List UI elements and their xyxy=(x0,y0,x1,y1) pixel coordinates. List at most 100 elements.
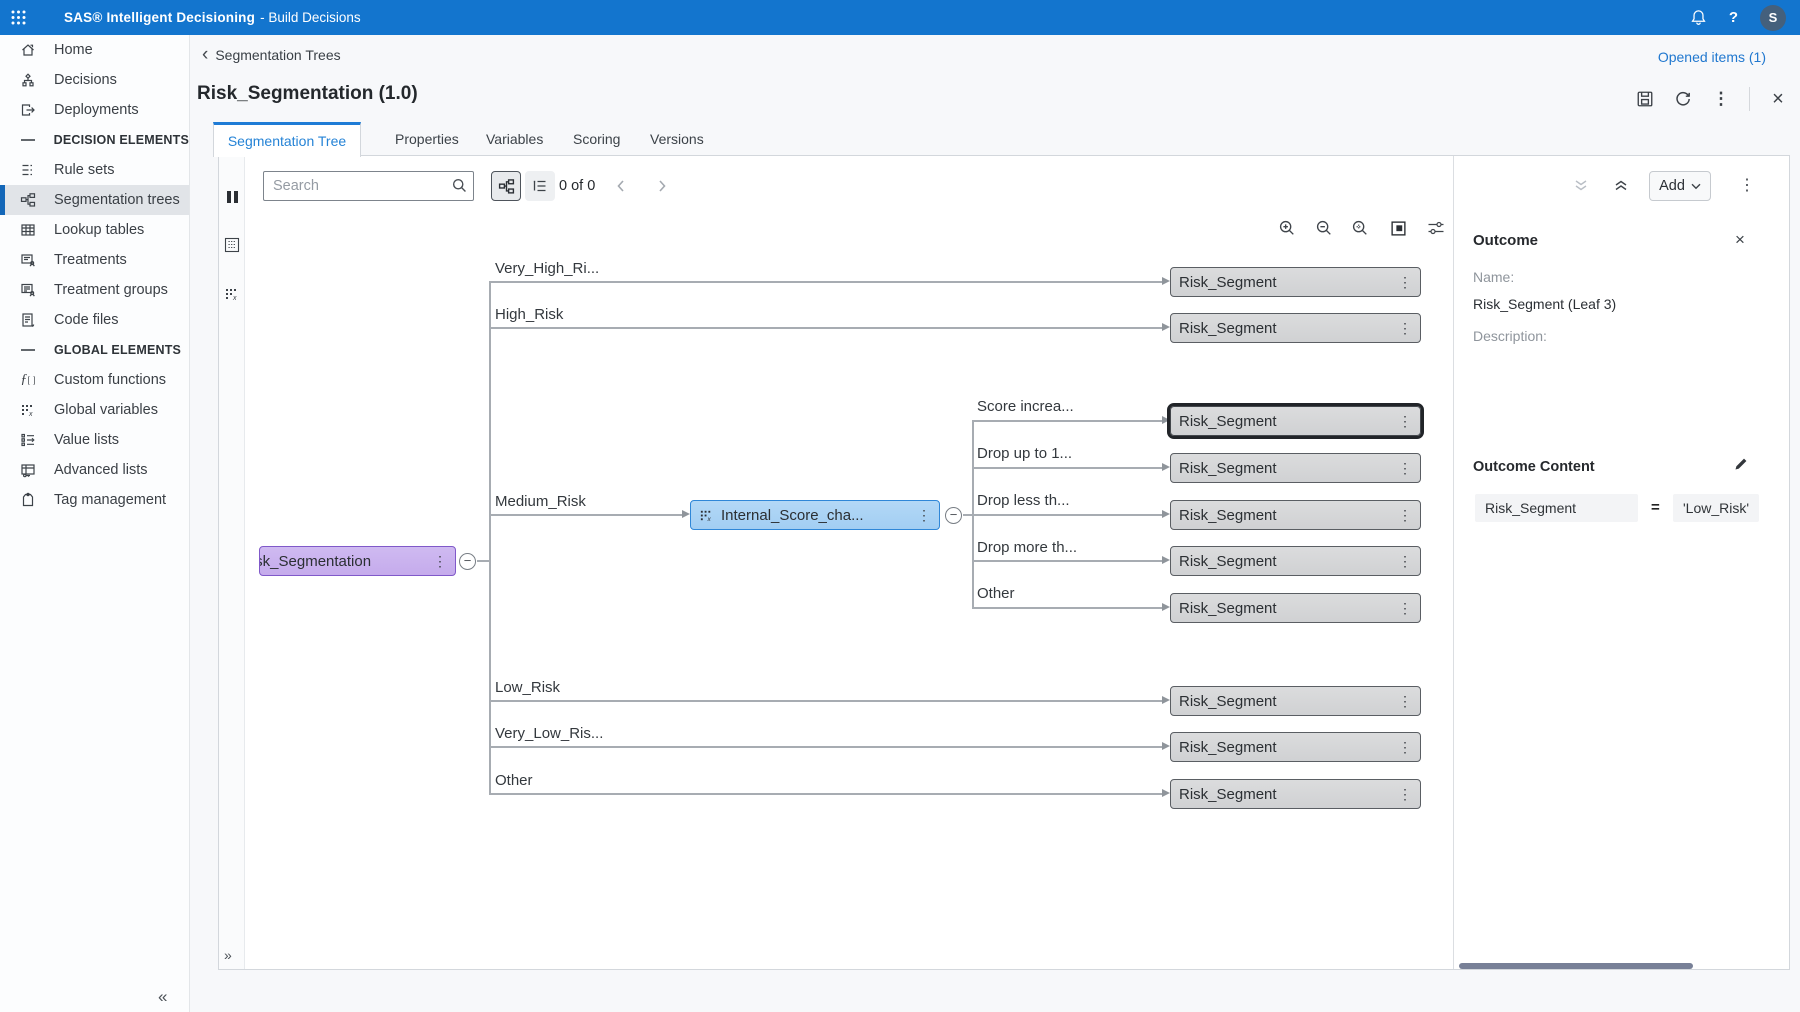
tree-node-root[interactable]: Risk_Segmentation ⋮ xyxy=(259,546,456,576)
sidebar-item-home[interactable]: Home xyxy=(0,35,189,65)
expand-panel-button[interactable]: » xyxy=(224,947,232,963)
tree-view-toggle[interactable] xyxy=(491,171,521,201)
branch-label: Drop up to 1... xyxy=(977,445,1072,462)
tree-leaf-low-risk[interactable]: Risk_Segment⋮ xyxy=(1170,686,1421,716)
assignment-value-field[interactable]: 'Low_Risk' xyxy=(1673,494,1759,522)
help-icon[interactable]: ? xyxy=(1729,9,1738,26)
tab-scoring[interactable]: Scoring xyxy=(573,122,620,156)
sidebar-item-tag-management[interactable]: Tag management xyxy=(0,485,189,515)
arrow-icon xyxy=(1162,463,1170,471)
tree-leaf-drop-less[interactable]: Risk_Segment⋮ xyxy=(1170,500,1421,530)
advanced-lists-icon xyxy=(18,461,38,479)
sidebar-item-advanced-lists[interactable]: Advanced lists xyxy=(0,455,189,485)
branch-label: Low_Risk xyxy=(495,679,560,696)
save-icon[interactable] xyxy=(1635,89,1655,109)
node-menu-icon[interactable]: ⋮ xyxy=(1392,739,1412,756)
sidebar-item-rule-sets[interactable]: Rule sets xyxy=(0,155,189,185)
edit-icon[interactable] xyxy=(1733,456,1749,472)
avatar[interactable]: S xyxy=(1760,5,1786,31)
panels-icon[interactable] xyxy=(222,187,242,207)
layout-options-icon[interactable] xyxy=(1426,218,1446,238)
sidebar-item-deployments[interactable]: Deployments xyxy=(0,95,189,125)
tree-node-internal-score[interactable]: x Internal_Score_cha... ⋮ xyxy=(690,500,940,530)
divider xyxy=(1749,87,1750,111)
connector xyxy=(489,514,682,516)
node-menu-icon[interactable]: ⋮ xyxy=(1392,460,1412,477)
sidebar-item-custom-functions[interactable]: ƒ[ ] Custom functions xyxy=(0,365,189,395)
more-options-icon[interactable]: ⋮ xyxy=(1711,89,1731,109)
tree-leaf-other[interactable]: Risk_Segment⋮ xyxy=(1170,779,1421,809)
overview-icon[interactable] xyxy=(1388,218,1408,238)
node-menu-icon[interactable]: ⋮ xyxy=(1392,413,1412,430)
variables-icon[interactable]: x xyxy=(222,284,242,304)
deployments-icon xyxy=(18,101,38,119)
sidebar-item-segmentation-trees[interactable]: Segmentation trees xyxy=(0,185,189,215)
sidebar-item-treatment-groups[interactable]: Treatment groups xyxy=(0,275,189,305)
grid-icon[interactable] xyxy=(222,235,242,255)
assignment-target-field[interactable]: Risk_Segment xyxy=(1475,494,1638,522)
node-menu-icon[interactable]: ⋮ xyxy=(1392,553,1412,570)
node-menu-icon[interactable]: ⋮ xyxy=(1392,693,1412,710)
tree-leaf-other-child[interactable]: Risk_Segment⋮ xyxy=(1170,593,1421,623)
more-options-icon[interactable]: ⋮ xyxy=(1733,171,1761,201)
tree-leaf-drop-up-to[interactable]: Risk_Segment⋮ xyxy=(1170,453,1421,483)
collapse-all-icon[interactable] xyxy=(1613,177,1629,194)
tab-versions[interactable]: Versions xyxy=(650,122,704,156)
filter-icon[interactable] xyxy=(1573,177,1589,194)
zoom-in-icon[interactable] xyxy=(1277,218,1297,238)
search-input[interactable] xyxy=(263,171,474,201)
node-menu-icon[interactable]: ⋮ xyxy=(1392,600,1412,617)
sidebar-collapse-button[interactable]: « xyxy=(158,987,167,1007)
node-menu-icon[interactable]: ⋮ xyxy=(1392,507,1412,524)
tree-leaf-drop-more[interactable]: Risk_Segment⋮ xyxy=(1170,546,1421,576)
breadcrumb[interactable]: ‹ Segmentation Trees xyxy=(202,47,341,63)
tab-variables[interactable]: Variables xyxy=(486,122,543,156)
connector xyxy=(489,282,491,795)
sidebar-item-treatments[interactable]: Treatments xyxy=(0,245,189,275)
sidebar-item-lookup-tables[interactable]: Lookup tables xyxy=(0,215,189,245)
node-menu-icon[interactable]: ⋮ xyxy=(911,507,931,524)
notifications-icon[interactable] xyxy=(1690,9,1707,26)
arrow-icon xyxy=(1162,556,1170,564)
sidebar-item-code-files[interactable]: Code files xyxy=(0,305,189,335)
opened-items-link[interactable]: Opened items (1) xyxy=(1658,49,1766,65)
tree-leaf-score-increase-selected[interactable]: Risk_Segment⋮ xyxy=(1170,406,1421,436)
treatment-groups-icon xyxy=(18,281,38,299)
node-menu-icon[interactable]: ⋮ xyxy=(427,553,447,570)
close-icon[interactable]: × xyxy=(1735,230,1745,250)
sidebar-section-decision-elements: DECISION ELEMENTS xyxy=(0,125,189,155)
node-menu-icon[interactable]: ⋮ xyxy=(1392,274,1412,291)
list-view-toggle[interactable] xyxy=(525,171,555,201)
app-switcher-icon[interactable] xyxy=(0,0,36,35)
value-lists-icon xyxy=(18,431,38,449)
arrow-icon xyxy=(1162,742,1170,750)
sidebar-item-decisions[interactable]: Decisions xyxy=(0,65,189,95)
connector xyxy=(972,607,1162,609)
tree-leaf-very-high-risk[interactable]: Risk_Segment⋮ xyxy=(1170,267,1421,297)
horizontal-scrollbar[interactable] xyxy=(1459,963,1693,969)
collapse-node-button[interactable]: − xyxy=(945,507,962,524)
arrow-icon xyxy=(682,510,690,518)
branch-label: Very_Low_Ris... xyxy=(495,725,603,742)
node-menu-icon[interactable]: ⋮ xyxy=(1392,320,1412,337)
zoom-to-fit-icon[interactable] xyxy=(1350,218,1370,238)
variables-icon: x xyxy=(699,508,714,523)
tab-properties[interactable]: Properties xyxy=(395,122,459,156)
section-dash-icon xyxy=(18,131,38,149)
sidebar-item-value-lists[interactable]: Value lists xyxy=(0,425,189,455)
tree-leaf-very-low-risk[interactable]: Risk_Segment⋮ xyxy=(1170,732,1421,762)
tag-management-icon xyxy=(18,491,38,509)
assignment-operator: = xyxy=(1651,494,1660,522)
collapse-node-button[interactable]: − xyxy=(459,553,476,570)
sidebar-item-global-variables[interactable]: x Global variables xyxy=(0,395,189,425)
add-button[interactable]: Add xyxy=(1649,171,1711,201)
refresh-icon[interactable] xyxy=(1673,89,1693,109)
tree-leaf-high-risk[interactable]: Risk_Segment⋮ xyxy=(1170,313,1421,343)
chevron-down-icon xyxy=(1691,183,1701,190)
node-menu-icon[interactable]: ⋮ xyxy=(1392,786,1412,803)
zoom-out-icon[interactable] xyxy=(1314,218,1334,238)
next-match-icon[interactable] xyxy=(655,171,669,201)
close-icon[interactable]: × xyxy=(1768,89,1788,109)
prev-match-icon[interactable] xyxy=(614,171,628,201)
tab-segmentation-tree[interactable]: Segmentation Tree xyxy=(213,122,361,157)
